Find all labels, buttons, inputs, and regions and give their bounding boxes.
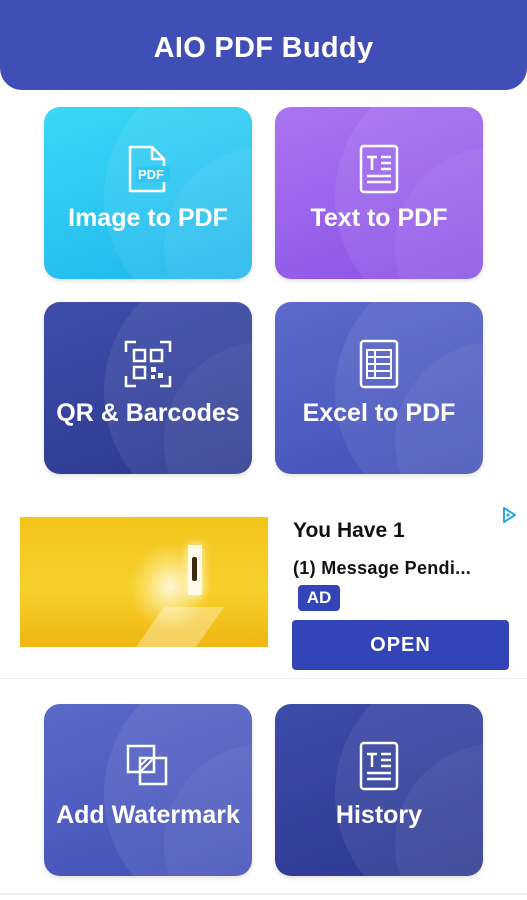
- ad-banner[interactable]: You Have 1 (1) Message Pendi... AD OPEN: [0, 500, 527, 675]
- divider: [0, 678, 527, 679]
- image-to-pdf-tile[interactable]: PDF Image to PDF: [44, 107, 252, 279]
- history-document-icon: [359, 741, 399, 791]
- text-document-icon: [359, 144, 399, 194]
- image-to-pdf-label: Image to PDF: [68, 204, 228, 232]
- qr-code-icon: [124, 340, 172, 388]
- watermark-icon: [126, 744, 168, 786]
- ad-image[interactable]: [20, 517, 268, 647]
- excel-to-pdf-tile[interactable]: Excel to PDF: [275, 302, 483, 474]
- text-to-pdf-label: Text to PDF: [310, 204, 448, 232]
- excel-to-pdf-label: Excel to PDF: [302, 399, 456, 427]
- app-header: AIO PDF Buddy: [0, 0, 527, 90]
- svg-text:PDF: PDF: [138, 167, 164, 182]
- spreadsheet-icon: [359, 339, 399, 389]
- ad-headline[interactable]: You Have 1: [293, 519, 405, 543]
- ad-open-button[interactable]: OPEN: [292, 620, 509, 670]
- text-to-pdf-tile[interactable]: Text to PDF: [275, 107, 483, 279]
- bottom-divider: [0, 893, 527, 895]
- history-tile[interactable]: History: [275, 704, 483, 876]
- qr-barcodes-tile[interactable]: QR & Barcodes: [44, 302, 252, 474]
- app-title: AIO PDF Buddy: [153, 31, 374, 64]
- add-watermark-label: Add Watermark: [56, 801, 240, 829]
- qr-barcodes-label: QR & Barcodes: [56, 399, 240, 427]
- add-watermark-tile[interactable]: Add Watermark: [44, 704, 252, 876]
- adchoices-icon[interactable]: [500, 506, 518, 524]
- ad-badge: AD: [298, 585, 340, 611]
- ad-body-text[interactable]: (1) Message Pendi...: [293, 558, 471, 579]
- history-label: History: [335, 801, 423, 829]
- pdf-file-icon: PDF: [128, 145, 170, 193]
